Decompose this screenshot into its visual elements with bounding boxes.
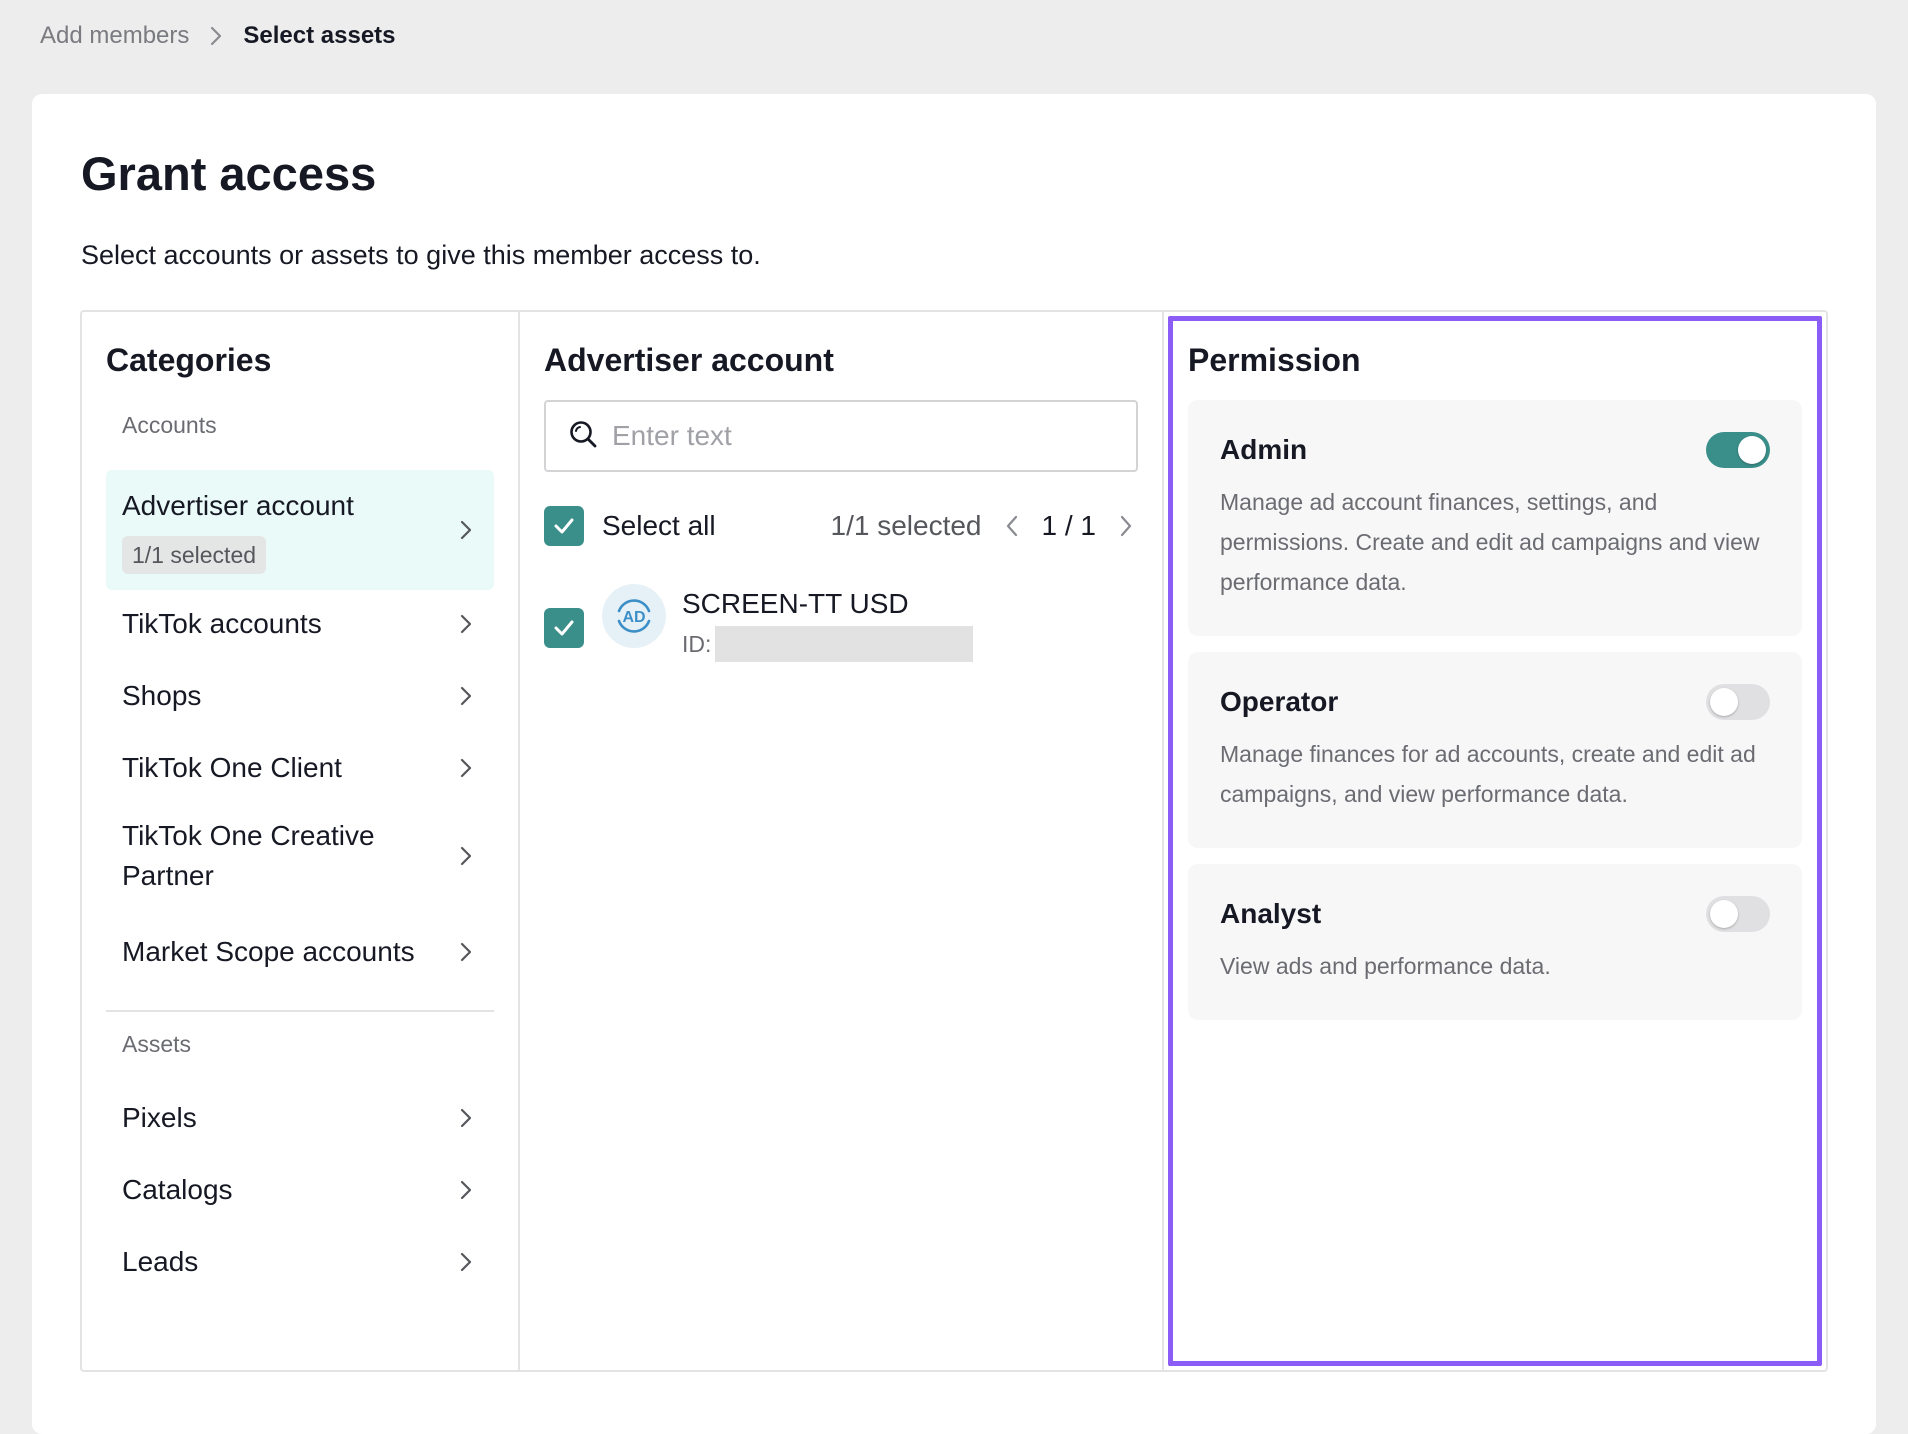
permission-description: Manage finances for ad accounts, create … — [1220, 741, 1756, 807]
permission-name: Admin — [1220, 434, 1308, 465]
category-advertiser-account[interactable]: Advertiser account 1/1 selected — [106, 470, 494, 590]
breadcrumb: Add members Select assets — [40, 22, 396, 50]
selected-count-badge: 1/1 selected — [122, 536, 267, 574]
chevron-right-icon[interactable] — [1114, 514, 1138, 538]
search-icon — [568, 419, 598, 454]
chevron-right-icon — [205, 25, 227, 47]
account-name: SCREEN-TT USD — [682, 588, 909, 619]
permission-card-analyst: Analyst View ads and performance data. — [1188, 864, 1802, 1020]
account-checkbox[interactable] — [544, 608, 584, 648]
avatar-text: AD — [622, 609, 645, 626]
category-label: TikTok One Client — [122, 752, 342, 783]
permission-card-admin: Admin Manage ad account finances, settin… — [1188, 400, 1802, 636]
permission-description: View ads and performance data. — [1220, 953, 1551, 979]
page-indicator: 1 / 1 — [1041, 510, 1096, 541]
category-catalogs[interactable]: Catalogs — [106, 1160, 494, 1220]
chevron-right-icon — [454, 940, 478, 964]
search-box[interactable] — [544, 400, 1138, 472]
category-tiktok-accounts[interactable]: TikTok accounts — [106, 594, 494, 654]
analyst-toggle[interactable] — [1706, 896, 1770, 932]
category-leads[interactable]: Leads — [106, 1232, 494, 1292]
chevron-right-icon — [454, 612, 478, 636]
ad-account-icon: AD — [602, 584, 666, 648]
advertiser-account-title: Advertiser account — [544, 342, 834, 378]
chevron-right-icon — [454, 1178, 478, 1202]
permission-name: Analyst — [1220, 898, 1322, 929]
categories-title: Categories — [106, 342, 272, 378]
category-tiktok-one-client[interactable]: TikTok One Client — [106, 738, 494, 798]
category-label: TikTok accounts — [122, 608, 322, 639]
permission-name: Operator — [1220, 686, 1339, 717]
chevron-right-icon — [454, 756, 478, 780]
accounts-section-label: Accounts — [122, 412, 217, 438]
chevron-right-icon — [454, 1250, 478, 1274]
account-id-label: ID: — [682, 630, 712, 657]
permission-title: Permission — [1188, 342, 1361, 378]
category-label: Leads — [122, 1246, 199, 1277]
grant-access-panel: Categories Accounts Advertiser account 1… — [80, 310, 1828, 1372]
categories-column: Categories Accounts Advertiser account 1… — [82, 312, 520, 1370]
advertiser-account-column: Advertiser account Select all 1/1 select… — [520, 312, 1164, 1370]
page-subtitle: Select accounts or assets to give this m… — [81, 240, 761, 270]
checkmark-icon — [554, 620, 574, 636]
category-label: Pixels — [122, 1102, 197, 1133]
chevron-right-icon — [454, 844, 478, 868]
category-tiktok-one-creative-partner[interactable]: TikTok One Creative Partner — [106, 810, 494, 902]
selected-count: 1/1 selected — [830, 510, 982, 541]
breadcrumb-add-members[interactable]: Add members — [40, 22, 189, 50]
category-pixels[interactable]: Pixels — [106, 1088, 494, 1148]
assets-section-label: Assets — [122, 1031, 192, 1057]
search-input[interactable] — [612, 420, 1112, 452]
select-all-row: Select all 1/1 selected 1 / 1 — [544, 506, 1138, 546]
pagination: 1/1 selected 1 / 1 — [831, 510, 1138, 542]
checkmark-icon — [554, 518, 574, 534]
admin-toggle[interactable] — [1706, 432, 1770, 468]
category-label: Shops — [122, 680, 202, 711]
account-row: AD SCREEN-TT USD ID: — [544, 584, 974, 662]
category-label: Market Scope accounts — [122, 936, 415, 967]
chevron-right-icon — [454, 518, 478, 542]
permission-column: Permission Admin Manage ad account finan… — [1164, 312, 1826, 1370]
permission-description: Manage ad account finances, settings, an… — [1220, 489, 1760, 595]
chevron-left-icon[interactable] — [1000, 514, 1024, 538]
category-label: Advertiser account — [122, 490, 354, 521]
page-title: Grant access — [81, 147, 377, 200]
category-shops[interactable]: Shops — [106, 666, 494, 726]
category-label: TikTok One Creative Partner — [122, 820, 375, 891]
category-market-scope-accounts[interactable]: Market Scope accounts — [106, 922, 494, 982]
account-id-redacted — [715, 626, 974, 662]
chevron-right-icon — [454, 1106, 478, 1130]
select-all-label[interactable]: Select all — [602, 510, 716, 542]
grant-access-card: Grant access Select accounts or assets t… — [32, 94, 1876, 1434]
chevron-right-icon — [454, 684, 478, 708]
breadcrumb-select-assets: Select assets — [243, 22, 396, 49]
categories-divider — [106, 1010, 494, 1012]
operator-toggle[interactable] — [1706, 684, 1770, 720]
permission-card-operator: Operator Manage finances for ad accounts… — [1188, 652, 1802, 848]
select-all-checkbox[interactable] — [544, 506, 584, 546]
category-label: Catalogs — [122, 1174, 233, 1205]
